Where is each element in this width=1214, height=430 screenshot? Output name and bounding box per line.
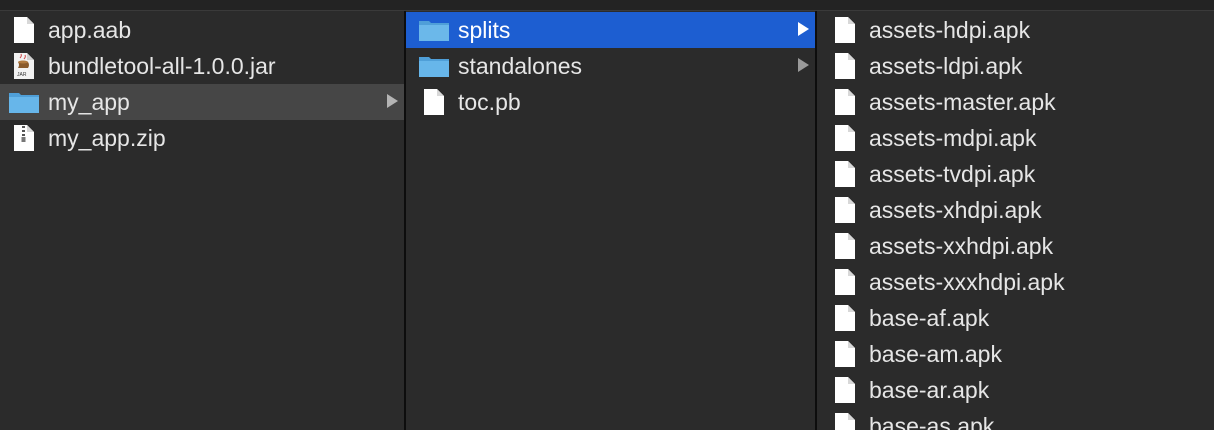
file-label: base-am.apk	[869, 340, 1002, 367]
chevron-right-icon	[387, 94, 398, 108]
file-label: assets-ldpi.apk	[869, 52, 1023, 79]
jar-icon: JAR	[8, 51, 40, 81]
file-label: base-ar.apk	[869, 376, 990, 403]
file-row-my-app-zip[interactable]: my_app.zip	[0, 120, 404, 156]
document-icon	[418, 87, 450, 117]
file-label: assets-xhdpi.apk	[869, 196, 1042, 223]
folder-row-my-app[interactable]: my_app	[0, 84, 404, 120]
document-icon	[829, 159, 861, 189]
file-row-apk[interactable]: assets-hdpi.apk	[817, 12, 1214, 48]
file-row-apk[interactable]: base-as.apk	[817, 408, 1214, 430]
chevron-right-icon	[798, 22, 809, 36]
document-icon	[829, 87, 861, 117]
file-label: base-af.apk	[869, 304, 990, 331]
folder-label: standalones	[458, 52, 583, 79]
file-row-apk[interactable]: assets-ldpi.apk	[817, 48, 1214, 84]
folder-label: splits	[458, 16, 511, 43]
file-label: base-as.apk	[869, 412, 995, 430]
folder-label: my_app	[48, 88, 130, 115]
document-icon	[829, 303, 861, 333]
file-label: assets-xxxhdpi.apk	[869, 268, 1065, 295]
folder-row-standalones[interactable]: standalones	[406, 48, 815, 84]
document-icon	[8, 15, 40, 45]
file-label: my_app.zip	[48, 124, 166, 151]
document-icon	[829, 123, 861, 153]
document-icon	[829, 231, 861, 261]
column-root[interactable]: app.aab JAR bundletool-all-1.0.0.jar my_…	[0, 11, 404, 430]
finder-column-browser: app.aab JAR bundletool-all-1.0.0.jar my_…	[0, 0, 1214, 430]
document-icon	[829, 339, 861, 369]
document-icon	[829, 195, 861, 225]
file-label: assets-master.apk	[869, 88, 1056, 115]
document-icon	[829, 15, 861, 45]
svg-text:JAR: JAR	[17, 72, 27, 78]
file-row-apk[interactable]: assets-xxxhdpi.apk	[817, 264, 1214, 300]
chevron-right-icon	[798, 58, 809, 72]
file-row-bundletool-jar[interactable]: JAR bundletool-all-1.0.0.jar	[0, 48, 404, 84]
file-label: assets-hdpi.apk	[869, 16, 1031, 43]
file-row-apk[interactable]: assets-mdpi.apk	[817, 120, 1214, 156]
file-label: assets-xxhdpi.apk	[869, 232, 1054, 259]
file-row-apk[interactable]: assets-tvdpi.apk	[817, 156, 1214, 192]
folder-icon	[418, 51, 450, 81]
toolbar-edge	[0, 0, 1214, 11]
document-icon	[829, 267, 861, 297]
folder-icon	[8, 87, 40, 117]
file-row-app-aab[interactable]: app.aab	[0, 12, 404, 48]
document-icon	[829, 411, 861, 430]
file-row-toc-pb[interactable]: toc.pb	[406, 84, 815, 120]
folder-row-splits[interactable]: splits	[406, 12, 815, 48]
file-row-apk[interactable]: assets-xhdpi.apk	[817, 192, 1214, 228]
file-row-apk[interactable]: base-af.apk	[817, 300, 1214, 336]
column-splits[interactable]: assets-hdpi.apk assets-ldpi.apk assets-m…	[817, 11, 1214, 430]
document-icon	[829, 375, 861, 405]
file-row-apk[interactable]: base-am.apk	[817, 336, 1214, 372]
file-label: app.aab	[48, 16, 132, 43]
file-label: toc.pb	[458, 88, 521, 115]
column-my-app[interactable]: splits standalones toc.pb	[406, 11, 815, 430]
file-label: assets-mdpi.apk	[869, 124, 1037, 151]
zip-icon	[8, 123, 40, 153]
file-label: assets-tvdpi.apk	[869, 160, 1036, 187]
document-icon	[829, 51, 861, 81]
file-row-apk[interactable]: base-ar.apk	[817, 372, 1214, 408]
folder-icon	[418, 15, 450, 45]
file-row-apk[interactable]: assets-xxhdpi.apk	[817, 228, 1214, 264]
file-label: bundletool-all-1.0.0.jar	[48, 52, 276, 79]
file-row-apk[interactable]: assets-master.apk	[817, 84, 1214, 120]
